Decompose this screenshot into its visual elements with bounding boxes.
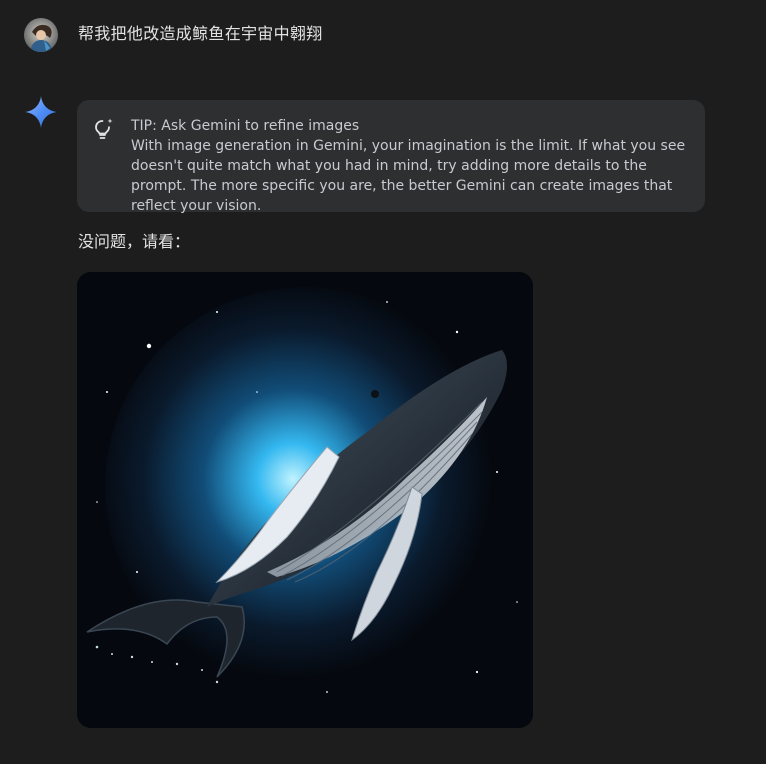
user-avatar[interactable] <box>24 18 58 52</box>
tip-title: TIP: Ask Gemini to refine images <box>131 118 360 134</box>
gemini-sparkle-icon <box>25 96 57 128</box>
user-message-text: 帮我把他改造成鲸鱼在宇宙中翱翔 <box>78 24 323 43</box>
tip-body: With image generation in Gemini, your im… <box>131 138 686 214</box>
tip-card: TIP: Ask Gemini to refine images With im… <box>77 100 705 214</box>
generated-image[interactable] <box>77 272 533 728</box>
response-text: 没问题，请看： <box>78 232 191 251</box>
lightbulb-sparkle-icon <box>95 118 113 139</box>
whale-in-space-image <box>77 272 533 728</box>
avatar-icon <box>24 18 58 52</box>
